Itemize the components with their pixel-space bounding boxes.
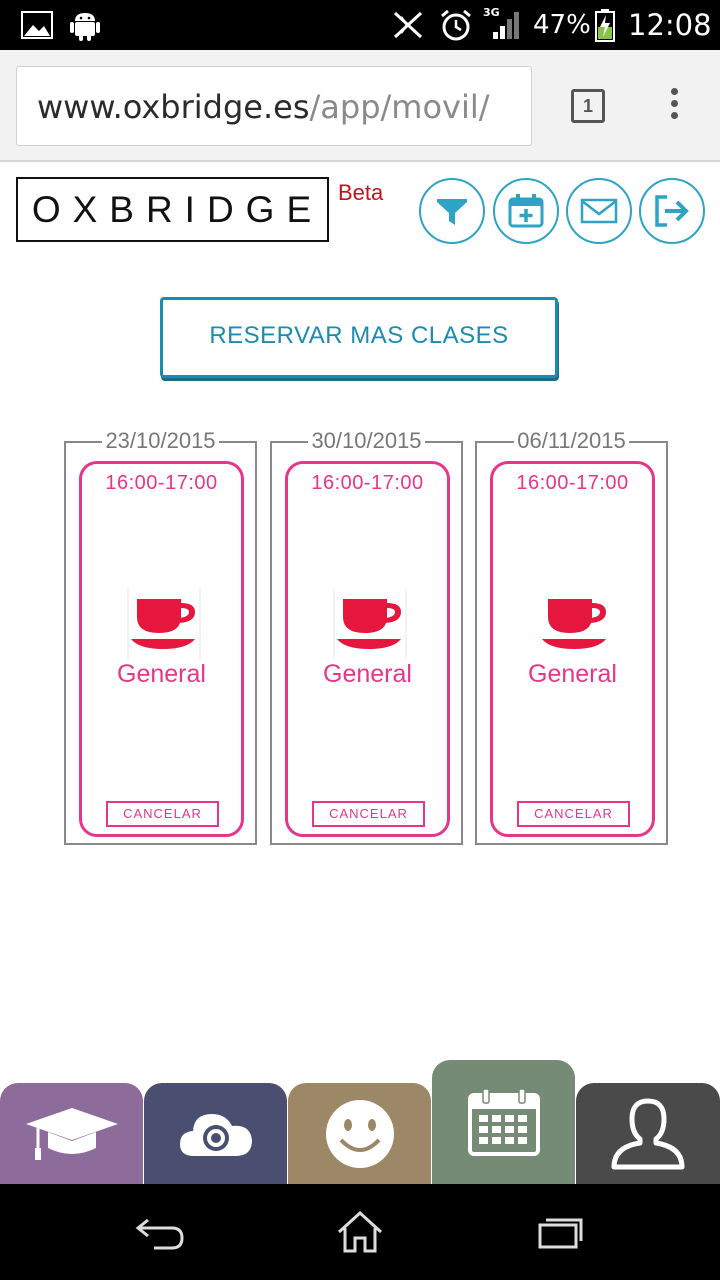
url-domain: www.oxbridge.es: [37, 88, 310, 126]
session-label: General: [117, 660, 206, 688]
session-label: General: [323, 660, 412, 688]
smiley-icon: [325, 1099, 394, 1168]
url-path: /app/movil/: [309, 88, 490, 126]
mail-button[interactable]: [566, 178, 632, 244]
coffee-cup-icon: [127, 589, 201, 659]
cancel-button[interactable]: CANCELAR: [106, 801, 219, 827]
filter-button[interactable]: [419, 178, 485, 244]
mail-icon: [580, 198, 618, 224]
coffee-cup-icon: [538, 589, 612, 659]
session-card-inner: 16:00-17:00 General CANCELAR: [490, 461, 655, 837]
session-date: 23/10/2015: [102, 428, 219, 453]
recent-apps-button[interactable]: [500, 1184, 620, 1280]
overflow-menu-icon[interactable]: [664, 88, 684, 128]
session-card: 23/10/2015 16:00-17:00 General CANCELAR: [64, 428, 257, 845]
session-card: 30/10/2015 16:00-17:00 General CANCELAR: [270, 428, 463, 845]
home-icon: [337, 1210, 383, 1253]
logout-button[interactable]: [639, 178, 705, 244]
recent-apps-icon: [538, 1218, 583, 1249]
alarm-icon: [438, 0, 474, 50]
session-card-inner: 16:00-17:00 General CANCELAR: [79, 461, 244, 837]
calendar-add-icon: [508, 194, 544, 228]
session-date: 30/10/2015: [308, 428, 425, 453]
tab-smiley[interactable]: [288, 1083, 431, 1184]
battery-charging-icon: [594, 0, 616, 50]
session-date: 06/11/2015: [514, 428, 629, 453]
session-card: 06/11/2015 16:00-17:00 General CANCELAR: [475, 428, 668, 845]
home-button[interactable]: [300, 1184, 420, 1280]
logo-text: OXBRIDGE: [31, 189, 324, 230]
status-bar: 3G 47% 12:08: [0, 0, 720, 50]
tab-cloud[interactable]: [144, 1083, 287, 1184]
tab-profile[interactable]: [576, 1083, 720, 1184]
user-icon: [611, 1098, 685, 1169]
browser-toolbar: www.oxbridge.es/app/movil/ 1: [0, 50, 720, 162]
beta-label: Beta: [338, 180, 384, 205]
reserve-more-classes-button[interactable]: RESERVAR MAS CLASES: [160, 297, 558, 378]
cancel-button[interactable]: CANCELAR: [517, 801, 630, 827]
back-button[interactable]: [100, 1184, 220, 1280]
session-card-inner: 16:00-17:00 General CANCELAR: [285, 461, 450, 837]
graduation-cap-icon: [25, 1107, 118, 1160]
address-bar[interactable]: www.oxbridge.es/app/movil/: [16, 66, 532, 146]
url-text[interactable]: www.oxbridge.es/app/movil/: [37, 67, 490, 147]
logout-icon: [655, 195, 689, 227]
no-signal-vibrate-icon: [390, 0, 426, 50]
tab-calendar[interactable]: [432, 1060, 575, 1184]
session-label: General: [528, 660, 617, 688]
session-time: 16:00-17:00: [311, 472, 424, 494]
coffee-cup-icon: [333, 589, 407, 659]
cancel-button[interactable]: CANCELAR: [312, 801, 425, 827]
battery-percent: 47%: [533, 10, 591, 40]
logo: OXBRIDGE: [16, 177, 329, 242]
back-icon: [135, 1218, 184, 1250]
system-nav-bar: [0, 1184, 720, 1280]
signal-icon: [488, 0, 524, 50]
android-icon: [68, 0, 102, 50]
calendar-icon: [467, 1088, 540, 1156]
clock: 12:08: [628, 8, 712, 42]
gallery-icon: [20, 0, 54, 50]
session-time: 16:00-17:00: [105, 472, 218, 494]
tab-switcher-button[interactable]: 1: [571, 89, 605, 123]
filter-icon: [437, 199, 467, 225]
add-calendar-button[interactable]: [493, 178, 559, 244]
session-time: 16:00-17:00: [516, 472, 629, 494]
cloud-camera-icon: [179, 1113, 252, 1156]
tab-courses[interactable]: [0, 1083, 143, 1184]
